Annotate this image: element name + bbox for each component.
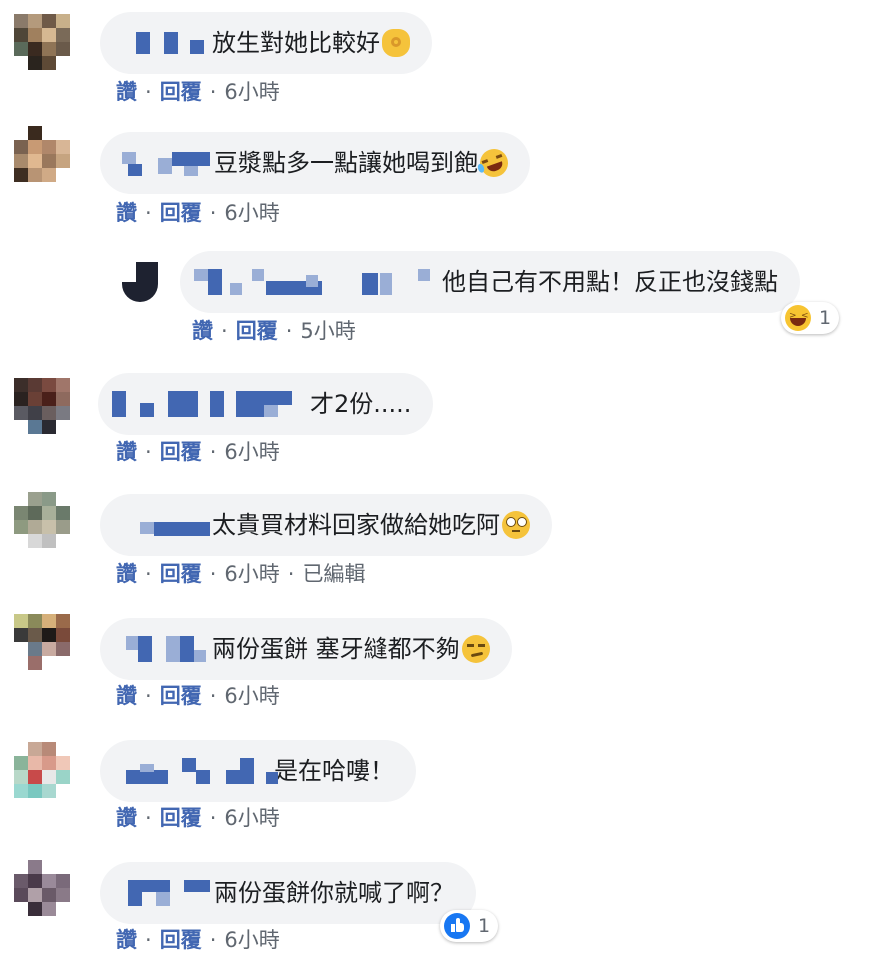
reply-actions: 讚 · 回覆 · 5小時 bbox=[192, 317, 356, 345]
avatar[interactable] bbox=[14, 378, 70, 434]
separator-dot: · bbox=[145, 684, 152, 708]
avatar[interactable] bbox=[14, 492, 70, 548]
laughing-squint-icon: > < bbox=[785, 305, 811, 331]
like-link[interactable]: 讚 bbox=[192, 319, 213, 343]
reply-link[interactable]: 回覆 bbox=[160, 80, 202, 104]
avatar[interactable] bbox=[122, 262, 158, 302]
comment-actions: 讚 · 回覆 · 6小時 bbox=[116, 438, 280, 466]
separator-dot: · bbox=[285, 319, 293, 343]
separator-dot: · bbox=[145, 562, 152, 586]
reply-link[interactable]: 回覆 bbox=[160, 201, 202, 225]
comment-text: 才2份..... bbox=[310, 390, 412, 418]
reply-text: 他自己有不用點！反正也沒錢點 bbox=[442, 268, 778, 296]
separator-dot: · bbox=[145, 806, 152, 830]
like-link[interactable]: 讚 bbox=[116, 80, 137, 104]
reply-link[interactable]: 回覆 bbox=[160, 684, 202, 708]
reply-link[interactable]: 回覆 bbox=[160, 562, 202, 586]
reaction-count[interactable]: 1 bbox=[440, 910, 499, 942]
timestamp[interactable]: 6小時 bbox=[224, 928, 279, 952]
separator-dot: · bbox=[209, 562, 217, 586]
reply-link[interactable]: 回覆 bbox=[160, 806, 202, 830]
commenter-name-redacted[interactable] bbox=[112, 391, 308, 417]
avatar[interactable] bbox=[14, 614, 70, 670]
avatar[interactable] bbox=[14, 126, 70, 182]
comment-actions: 讚 · 回覆 · 6小時 bbox=[116, 804, 280, 832]
avatar[interactable] bbox=[14, 14, 70, 70]
rolling-laughing-icon bbox=[476, 145, 512, 181]
thumbs-up-icon bbox=[444, 913, 470, 939]
separator-dot: · bbox=[287, 562, 295, 586]
commenter-name-redacted[interactable] bbox=[114, 880, 212, 906]
edited-label[interactable]: 已編輯 bbox=[302, 562, 365, 586]
comment-bubble: 兩份蛋餅你就喊了啊？ bbox=[100, 862, 476, 924]
separator-dot: · bbox=[145, 928, 152, 952]
reaction-number: 1 bbox=[819, 307, 832, 329]
timestamp[interactable]: 6小時 bbox=[224, 80, 279, 104]
commenter-name-redacted[interactable] bbox=[114, 512, 210, 538]
like-link[interactable]: 讚 bbox=[116, 684, 137, 708]
comment-bubble: 才2份..... bbox=[98, 373, 434, 435]
comment-bubble: 兩份蛋餅 塞牙縫都不夠 bbox=[100, 618, 512, 680]
separator-dot: · bbox=[209, 440, 217, 464]
like-link[interactable]: 讚 bbox=[116, 806, 137, 830]
like-link[interactable]: 讚 bbox=[116, 440, 137, 464]
like-link[interactable]: 讚 bbox=[116, 562, 137, 586]
separator-dot: · bbox=[145, 440, 152, 464]
separator-dot: · bbox=[145, 80, 152, 104]
reaction-count[interactable]: > < 1 bbox=[781, 302, 840, 334]
avatar[interactable] bbox=[14, 742, 70, 798]
comment-bubble: 是在哈嘍！ bbox=[100, 740, 416, 802]
reply-link[interactable]: 回覆 bbox=[160, 928, 202, 952]
timestamp[interactable]: 6小時 bbox=[224, 201, 279, 225]
comment-actions: 讚 · 回覆 · 6小時 bbox=[116, 682, 280, 710]
avatar[interactable] bbox=[14, 860, 70, 916]
comment-bubble: 放生對她比較好 bbox=[100, 12, 432, 74]
comment-text: 豆漿點多一點讓她喝到飽 bbox=[214, 149, 478, 177]
comment-actions: 讚 · 回覆 · 6小時 bbox=[116, 78, 280, 106]
comment-actions: 讚 · 回覆 · 6小時 bbox=[116, 926, 280, 954]
comment-text: 兩份蛋餅你就喊了啊？ bbox=[214, 879, 454, 907]
like-link[interactable]: 讚 bbox=[116, 201, 137, 225]
separator-dot: · bbox=[209, 201, 217, 225]
separator-dot: · bbox=[209, 928, 217, 952]
reaction-number: 1 bbox=[478, 915, 491, 937]
comment-text: 兩份蛋餅 塞牙縫都不夠 bbox=[212, 635, 460, 663]
comment-text: 太貴買材料回家做給她吃阿 bbox=[212, 511, 500, 539]
commenter-name-redacted[interactable] bbox=[114, 30, 210, 56]
separator-dot: · bbox=[145, 201, 152, 225]
comment-bubble: 太貴買材料回家做給她吃阿 bbox=[100, 494, 552, 556]
like-link[interactable]: 讚 bbox=[116, 928, 137, 952]
smirk-icon bbox=[461, 635, 490, 663]
comment-text: 是在哈嘍！ bbox=[274, 757, 394, 785]
separator-dot: · bbox=[221, 319, 228, 343]
comment-bubble: 豆漿點多一點讓她喝到飽 bbox=[100, 132, 530, 194]
reply-link[interactable]: 回覆 bbox=[236, 319, 278, 343]
commenter-name-redacted[interactable] bbox=[194, 269, 440, 295]
separator-dot: · bbox=[209, 806, 217, 830]
comment-actions: 讚 · 回覆 · 6小時 · 已編輯 bbox=[116, 560, 365, 588]
commenter-name-redacted[interactable] bbox=[114, 758, 278, 784]
commenter-name-redacted[interactable] bbox=[114, 150, 212, 176]
separator-dot: · bbox=[209, 684, 217, 708]
timestamp[interactable]: 6小時 bbox=[224, 684, 279, 708]
commenter-name-redacted[interactable] bbox=[114, 636, 210, 662]
separator-dot: · bbox=[209, 80, 217, 104]
reply-bubble: 他自己有不用點！反正也沒錢點 bbox=[180, 251, 800, 313]
timestamp[interactable]: 6小時 bbox=[224, 440, 279, 464]
ok-hand-icon bbox=[382, 29, 410, 57]
timestamp[interactable]: 6小時 bbox=[224, 562, 279, 586]
timestamp[interactable]: 6小時 bbox=[224, 806, 279, 830]
reply-link[interactable]: 回覆 bbox=[160, 440, 202, 464]
comment-text: 放生對她比較好 bbox=[212, 29, 380, 57]
eye-roll-icon bbox=[502, 511, 530, 539]
comment-actions: 讚 · 回覆 · 6小時 bbox=[116, 199, 280, 227]
timestamp[interactable]: 5小時 bbox=[300, 319, 355, 343]
